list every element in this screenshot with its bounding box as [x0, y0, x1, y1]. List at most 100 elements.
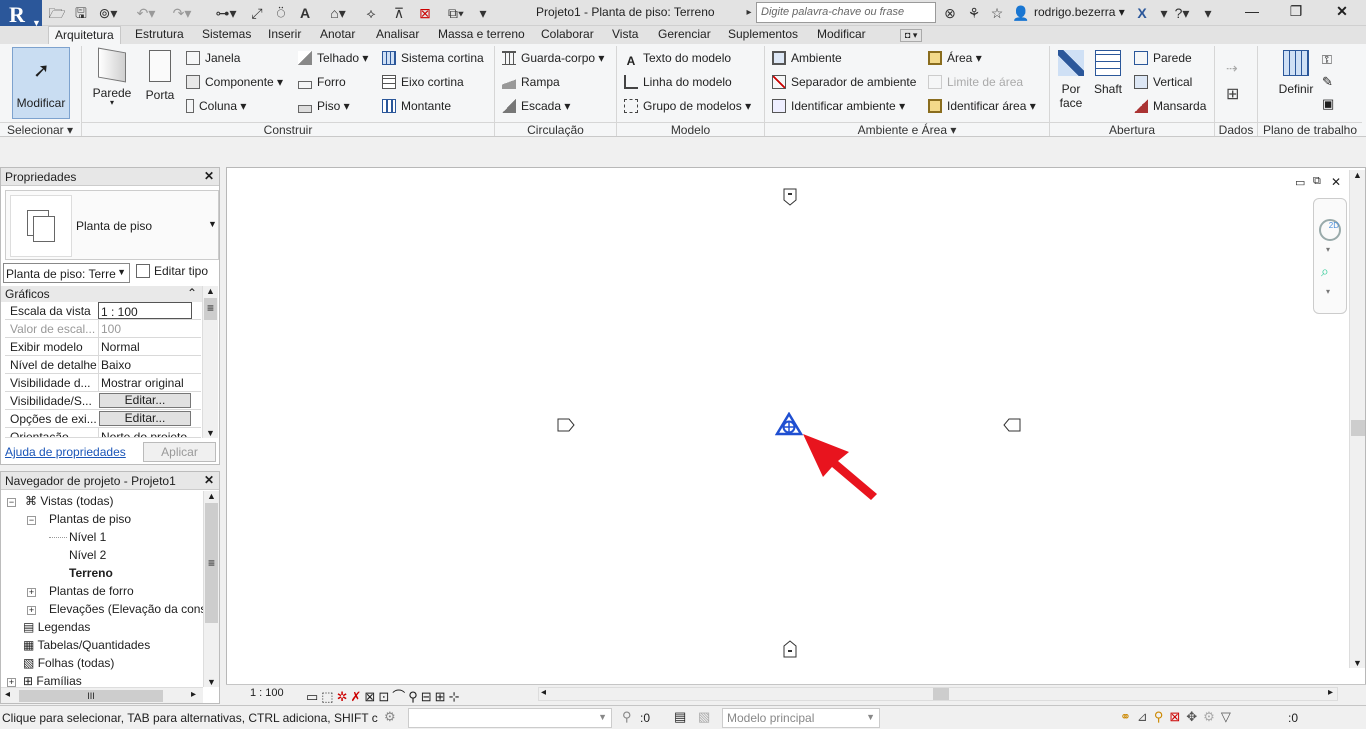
- tree-node-legendas[interactable]: ▤ Legendas: [23, 620, 90, 634]
- prop-row-detail-level[interactable]: Nível de detalhe Baixo: [5, 356, 201, 374]
- search-input[interactable]: Digite palavra-chave ou frase: [756, 2, 936, 23]
- tree-node-nivel-1[interactable]: Nível 1: [69, 530, 106, 544]
- drawing-area[interactable]: ▭ ⧉ ✕ 2D ▾ ⌕ ▾ ▲ ▼: [226, 167, 1366, 687]
- tree-node-plantas-piso[interactable]: Plantas de piso: [49, 512, 131, 526]
- tab-modificar[interactable]: Modificar: [817, 27, 866, 41]
- workset-select[interactable]: ▼: [408, 708, 612, 728]
- curtain-grid-button[interactable]: Eixo cortina: [382, 74, 464, 92]
- search-expand-icon[interactable]: ▸: [744, 4, 754, 22]
- ref-plane-icon[interactable]: ✎: [1322, 74, 1333, 90]
- area-button[interactable]: Área ▾: [928, 50, 982, 68]
- temp-hide-icon[interactable]: ⌒: [392, 689, 408, 704]
- area-boundary-button[interactable]: Limite de área: [928, 74, 1023, 92]
- editable-only-icon[interactable]: ▤: [674, 709, 686, 725]
- view-close-icon[interactable]: ✕: [1331, 175, 1341, 189]
- model-text-button[interactable]: A Texto do modelo: [624, 50, 731, 68]
- tree-node-nivel-2[interactable]: Nível 2: [69, 548, 106, 562]
- section-icon[interactable]: ⟡: [362, 4, 380, 22]
- select-pinned-icon[interactable]: ⚲: [1154, 709, 1170, 724]
- mullion-button[interactable]: Montante: [382, 98, 451, 116]
- expand-icon[interactable]: +: [27, 588, 36, 597]
- by-face-button[interactable]: Por face: [1054, 50, 1088, 110]
- design-option-select[interactable]: Modelo principal ▼: [722, 708, 880, 728]
- tag-icon[interactable]: ⍥: [272, 4, 290, 22]
- steering-wheel-icon[interactable]: 2D: [1319, 219, 1341, 241]
- prop-value[interactable]: Normal: [98, 338, 192, 355]
- lock-view-icon[interactable]: ⊟: [421, 689, 435, 704]
- window-button[interactable]: Janela: [186, 50, 240, 68]
- design-options-icon[interactable]: ▧: [698, 709, 710, 725]
- analytical-icon[interactable]: ⊹: [449, 689, 463, 704]
- curtain-system-button[interactable]: Sistema cortina: [382, 50, 484, 68]
- elevation-marker-east[interactable]: [1003, 418, 1021, 432]
- viewer-icon[interactable]: ▣: [1322, 96, 1334, 112]
- drag-elements-icon[interactable]: ✥: [1186, 709, 1203, 724]
- dormer-button[interactable]: Mansarda: [1134, 98, 1206, 116]
- column-button[interactable]: Coluna ▾: [186, 98, 246, 116]
- tab-estrutura[interactable]: Estrutura: [135, 27, 184, 41]
- prop-scale-input[interactable]: 1 : 100: [98, 302, 192, 319]
- modify-button[interactable]: ➚ Modificar: [12, 47, 70, 119]
- property-group-graphics[interactable]: Gráficos ⌃: [1, 286, 202, 302]
- prop-row-parts-visibility[interactable]: Visibilidade d... Mostrar original: [5, 374, 201, 392]
- browser-hscroll-thumb[interactable]: III: [19, 690, 163, 702]
- survey-point-icon[interactable]: [775, 412, 803, 436]
- exchange-apps-icon[interactable]: X: [1132, 4, 1152, 22]
- thin-lines-icon[interactable]: ⊼: [390, 4, 408, 22]
- tab-massa-e-terreno[interactable]: Massa e terreno: [438, 27, 525, 41]
- collapse-icon[interactable]: −: [7, 498, 16, 507]
- tree-node-vistas[interactable]: ⌘ Vistas (todas): [25, 494, 114, 508]
- expand-icon[interactable]: +: [7, 678, 16, 687]
- 3d-view-icon[interactable]: ⌂▾: [324, 4, 352, 22]
- tag-area-button[interactable]: Identificar área ▾: [928, 98, 1036, 116]
- railing-button[interactable]: Guarda-corpo ▾: [502, 50, 604, 68]
- tab-inserir[interactable]: Inserir: [268, 27, 301, 41]
- save-icon[interactable]: 🖫: [72, 4, 90, 22]
- favorites-star-icon[interactable]: ☆: [988, 4, 1006, 22]
- zoom-dropdown-icon[interactable]: ▾: [1326, 287, 1330, 296]
- view-scrollbar-vertical[interactable]: ▲ ▼: [1349, 170, 1365, 668]
- restore-window-button[interactable]: ❐: [1274, 0, 1318, 24]
- tag-room-button[interactable]: Identificar ambiente ▾: [772, 98, 905, 116]
- expand-icon[interactable]: +: [27, 606, 36, 615]
- collapse-icon[interactable]: −: [27, 516, 36, 525]
- panel-selecionar[interactable]: Selecionar ▾: [0, 122, 80, 137]
- measure-icon[interactable]: ⊶▾: [212, 4, 240, 22]
- prop-value[interactable]: Norte do projeto: [98, 428, 192, 437]
- undo-icon[interactable]: ↶▾: [132, 4, 160, 22]
- zoom-icon[interactable]: ⌕: [1321, 263, 1329, 280]
- elevation-marker-west[interactable]: [557, 418, 575, 432]
- tab-vista[interactable]: Vista: [612, 27, 638, 41]
- properties-scrollbar[interactable]: ▲ ≡ ▼: [202, 286, 218, 438]
- tree-node-plantas-forro[interactable]: Plantas de forro: [49, 584, 134, 598]
- tab-gerenciar[interactable]: Gerenciar: [658, 27, 711, 41]
- elevation-marker-south[interactable]: [783, 640, 797, 658]
- wheel-dropdown-icon[interactable]: ▾: [1326, 245, 1330, 254]
- properties-help-link[interactable]: Ajuda de propriedades: [5, 445, 126, 459]
- type-selector[interactable]: Planta de piso ▼: [5, 190, 219, 260]
- binoculars-icon[interactable]: ⊗: [940, 4, 960, 22]
- roof-button[interactable]: Telhado ▾: [298, 50, 368, 68]
- properties-close-icon[interactable]: ✕: [204, 169, 214, 183]
- ceiling-button[interactable]: Forro: [298, 74, 346, 92]
- tab-colaborar[interactable]: Colaborar: [541, 27, 594, 41]
- visibility-edit-button[interactable]: Editar...: [99, 393, 191, 408]
- shaft-button[interactable]: Shaft: [1090, 50, 1126, 96]
- subscription-icon[interactable]: ⚘: [964, 4, 984, 22]
- ribbon-minimize-toggle[interactable]: ◘ ▾: [900, 29, 923, 42]
- temp-properties-icon[interactable]: ⊞: [435, 689, 449, 704]
- tab-analisar[interactable]: Analisar: [376, 27, 419, 41]
- wall-button[interactable]: Parede ▾: [90, 47, 134, 107]
- tab-arquitetura[interactable]: Arquitetura: [48, 26, 121, 44]
- browser-scrollbar-vertical[interactable]: ▲ ≡ ▼: [203, 491, 219, 687]
- reveal-hidden-icon[interactable]: ⚲: [408, 689, 421, 704]
- sync-icon[interactable]: ⊚▾: [96, 4, 120, 22]
- show-crop-icon[interactable]: ⊡: [378, 689, 392, 704]
- shadows-icon[interactable]: ✗: [351, 689, 365, 704]
- set-workplane-button[interactable]: Definir: [1276, 50, 1316, 96]
- tab-anotar[interactable]: Anotar: [320, 27, 355, 41]
- apply-button[interactable]: Aplicar: [143, 442, 216, 462]
- instance-filter-select[interactable]: Planta de piso: Terre ▼: [3, 263, 130, 283]
- pin-icon[interactable]: ⚲: [622, 709, 632, 725]
- tree-node-elevacoes[interactable]: Elevações (Elevação da constr: [49, 602, 203, 616]
